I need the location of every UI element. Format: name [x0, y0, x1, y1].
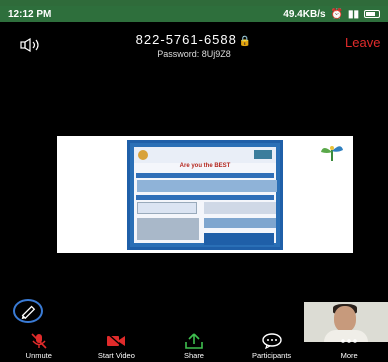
start-video-label: Start Video	[97, 351, 135, 360]
poster-title: Are you the BEST	[179, 163, 231, 169]
poster-textbox	[137, 202, 197, 214]
poster-text-block	[204, 202, 276, 214]
poster-content: Are you the BEST	[134, 147, 277, 245]
meeting-password: Password: 8Uj9Z8	[157, 49, 231, 59]
more-button[interactable]: More	[314, 333, 384, 360]
poster-footer-box	[204, 233, 274, 245]
meeting-id-text: 822-5761-6588	[135, 32, 237, 47]
plant-logo-icon	[321, 146, 343, 161]
muted-mic-icon	[31, 333, 47, 349]
participants-label: Participants	[251, 351, 292, 360]
shared-screen: Are you the BEST	[57, 136, 353, 253]
meeting-id: 822-5761-6588 🔒	[0, 32, 388, 47]
poster-header	[134, 147, 276, 163]
pencil-icon	[21, 305, 36, 320]
partner-logo-icon	[254, 150, 272, 159]
start-video-button[interactable]: Start Video	[81, 333, 151, 360]
status-icons: 49.4KB/s ⏰ ▮▮	[283, 9, 380, 20]
video-off-icon	[107, 333, 126, 349]
net-speed: 49.4KB/s	[283, 8, 326, 20]
poster-band	[136, 195, 274, 200]
unmute-label: Unmute	[25, 351, 52, 360]
battery-icon	[364, 10, 380, 18]
participants-icon	[261, 333, 282, 349]
poster-band	[136, 173, 274, 178]
status-bar: 12:12 PM 49.4KB/s ⏰ ▮▮	[0, 6, 388, 22]
poster-logo-image	[137, 218, 199, 240]
more-icon	[341, 339, 357, 343]
alarm-icon: ⏰	[330, 8, 343, 20]
annotate-pencil-button[interactable]	[13, 299, 43, 323]
share-button[interactable]: Share	[159, 333, 229, 360]
shared-poster: Are you the BEST	[127, 140, 283, 250]
poster-banner-image	[137, 180, 277, 192]
share-label: Share	[183, 351, 204, 360]
lock-icon: 🔒	[238, 36, 253, 47]
emblem-logo-icon	[138, 150, 148, 160]
poster-photo	[204, 218, 276, 228]
participants-button[interactable]: Participants	[237, 333, 307, 360]
unmute-button[interactable]: Unmute	[4, 333, 74, 360]
meeting-toolbar: Unmute Start Video Share Participants Mo…	[0, 331, 388, 362]
more-label: More	[340, 351, 358, 360]
share-icon	[185, 333, 203, 349]
video-person-face	[334, 306, 356, 332]
signal-icon: ▮▮	[347, 8, 359, 20]
leave-button[interactable]: Leave	[345, 35, 380, 50]
status-time: 12:12 PM	[8, 8, 52, 20]
